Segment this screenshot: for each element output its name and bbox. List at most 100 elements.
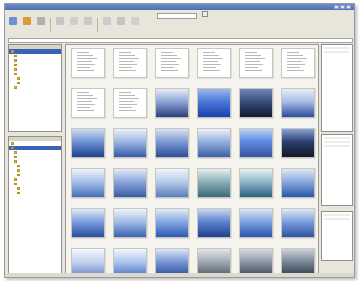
folder-icon [14, 63, 17, 66]
preview-line [324, 46, 350, 49]
thumbnail-item[interactable] [69, 168, 107, 207]
thumbnail-item[interactable] [279, 48, 317, 87]
folder-icon [14, 59, 17, 62]
info-pane [321, 211, 353, 261]
thumbnail-view[interactable] [65, 44, 319, 277]
forward-button[interactable] [21, 16, 33, 32]
toolbar-separator [97, 18, 98, 32]
thumbnail-item[interactable] [195, 48, 233, 87]
thumbnail-item[interactable] [111, 48, 149, 87]
thumbnail-item[interactable] [195, 128, 233, 167]
thumbnail-item[interactable] [237, 168, 275, 207]
view-icon [56, 17, 64, 25]
properties-line [324, 144, 350, 147]
thumbnail-item[interactable] [153, 88, 191, 127]
folder-icon [17, 187, 20, 190]
thumbnail-item[interactable] [153, 208, 191, 247]
thumbnail-item[interactable] [111, 208, 149, 247]
photo-thumbnail [155, 168, 189, 198]
save-button[interactable] [129, 16, 141, 32]
thumbnail-item[interactable] [153, 128, 191, 167]
thumbnail-item[interactable] [111, 168, 149, 207]
photo-thumbnail [197, 208, 231, 238]
edit-icon [84, 17, 92, 25]
properties-pane [321, 134, 353, 206]
preview-line [324, 50, 350, 53]
photo-thumbnail [113, 208, 147, 238]
folder-icon [17, 191, 20, 194]
thumbnail-item[interactable] [279, 208, 317, 247]
photo-thumbnail [281, 168, 315, 198]
search-input[interactable] [157, 13, 197, 19]
maximize-button[interactable] [340, 5, 345, 9]
folder-icon [17, 77, 20, 80]
thumbnail-item[interactable] [279, 168, 317, 207]
up-icon [37, 17, 45, 25]
thumbnail-item[interactable] [69, 88, 107, 127]
search-button[interactable] [199, 11, 211, 21]
tree-item[interactable] [9, 191, 61, 196]
thumbnail-grid [69, 48, 317, 277]
thumbnail-item[interactable] [237, 128, 275, 167]
folder-icon [14, 151, 17, 154]
photo-thumbnail [281, 88, 315, 118]
folder-icon [17, 164, 20, 167]
photo-thumbnail [239, 208, 273, 238]
document-thumbnail [113, 48, 147, 78]
folder-icon [14, 160, 17, 163]
thumbnail-item[interactable] [153, 48, 191, 87]
folder-icon [14, 86, 17, 89]
folder-icon [14, 72, 17, 75]
address-path[interactable] [8, 37, 353, 43]
back-button[interactable] [7, 16, 19, 32]
lower-folder-pane [8, 136, 62, 276]
folder-icon [14, 182, 17, 185]
email-button[interactable] [115, 16, 127, 32]
photo-thumbnail [155, 88, 189, 118]
thumbnail-item[interactable] [111, 128, 149, 167]
photo-thumbnail [155, 128, 189, 158]
edit-button[interactable] [82, 16, 94, 32]
thumbnail-item[interactable] [69, 128, 107, 167]
photo-thumbnail [281, 128, 315, 158]
folder-icon [17, 81, 20, 84]
info-line [324, 217, 350, 220]
print-button[interactable] [101, 16, 113, 32]
thumbnail-item[interactable] [237, 208, 275, 247]
photo-thumbnail [71, 208, 105, 238]
thumbnail-item[interactable] [153, 168, 191, 207]
info-line [324, 213, 350, 216]
view-button[interactable] [54, 16, 66, 32]
slideshow-button[interactable] [68, 16, 80, 32]
thumbnail-item[interactable] [237, 48, 275, 87]
thumbnail-item[interactable] [279, 88, 317, 127]
thumbnail-item[interactable] [237, 88, 275, 127]
photo-thumbnail [197, 128, 231, 158]
thumbnail-item[interactable] [195, 88, 233, 127]
folder-icon [14, 178, 17, 181]
document-thumbnail [197, 48, 231, 78]
photo-thumbnail [197, 88, 231, 118]
photo-thumbnail [281, 208, 315, 238]
photo-thumbnail [239, 88, 273, 118]
photo-thumbnail [197, 168, 231, 198]
folder-icon [11, 146, 14, 149]
toolbar-separator [50, 18, 51, 32]
photo-thumbnail [71, 128, 105, 158]
close-button[interactable] [346, 5, 351, 9]
thumbnail-item[interactable] [279, 128, 317, 167]
window-controls [334, 5, 351, 9]
photo-thumbnail [239, 168, 273, 198]
thumbnail-item[interactable] [195, 168, 233, 207]
thumbnail-item[interactable] [111, 88, 149, 127]
tree-item[interactable] [9, 85, 61, 90]
thumbnail-item[interactable] [195, 208, 233, 247]
photo-thumbnail [71, 168, 105, 198]
thumbnail-item[interactable] [69, 48, 107, 87]
thumbnail-item[interactable] [69, 208, 107, 247]
up-button[interactable] [35, 16, 47, 32]
minimize-button[interactable] [334, 5, 339, 9]
photo-thumbnail [113, 128, 147, 158]
folder-icon [17, 173, 20, 176]
slideshow-icon [70, 17, 78, 25]
